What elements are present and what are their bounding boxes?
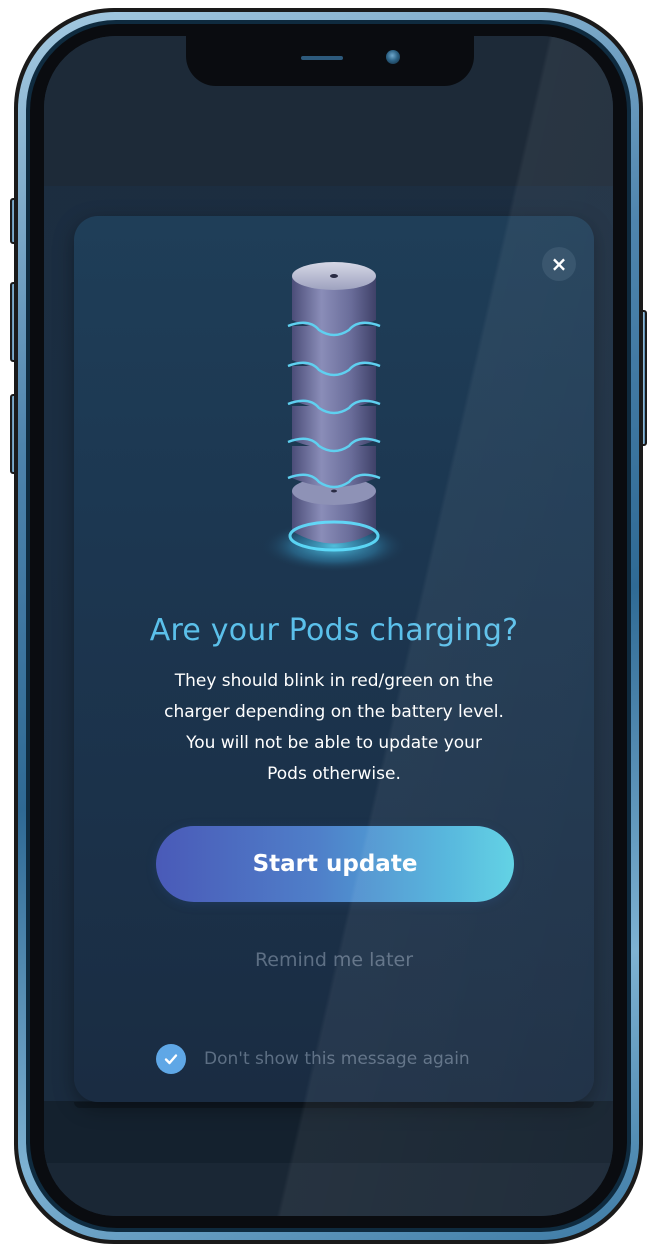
modal-title: Are your Pods charging?	[149, 613, 519, 648]
app-footer-dimmed	[44, 1163, 613, 1216]
modal-shadow	[74, 1102, 594, 1108]
app-content-dimmed	[44, 1101, 613, 1163]
description-line: charger depending on the battery level.	[164, 702, 504, 722]
phone-notch	[186, 36, 474, 86]
description-line: Pods otherwise.	[267, 764, 401, 784]
phone-device: × Are your Pods charging? They should bl…	[0, 0, 651, 1247]
description-line: They should blink in red/green on the	[174, 671, 494, 691]
checkbox-label: Don't show this message again	[204, 1049, 470, 1069]
start-update-button[interactable]: Start update	[156, 826, 514, 902]
camera-icon	[386, 50, 400, 64]
phone-screen: × Are your Pods charging? They should bl…	[44, 36, 613, 1216]
dont-show-again-checkbox[interactable]: Don't show this message again	[156, 1043, 470, 1075]
close-button[interactable]: ×	[542, 247, 576, 281]
close-icon: ×	[550, 252, 568, 276]
remind-me-later-link[interactable]: Remind me later	[74, 949, 594, 971]
speaker-grille	[301, 56, 343, 60]
charging-check-modal: × Are your Pods charging? They should bl…	[74, 216, 594, 1102]
modal-description: They should blink in red/green on the ch…	[94, 666, 574, 790]
check-icon[interactable]	[156, 1044, 186, 1074]
description-line: You will not be able to update your	[186, 733, 482, 753]
charging-pods-stack-icon	[262, 262, 406, 572]
